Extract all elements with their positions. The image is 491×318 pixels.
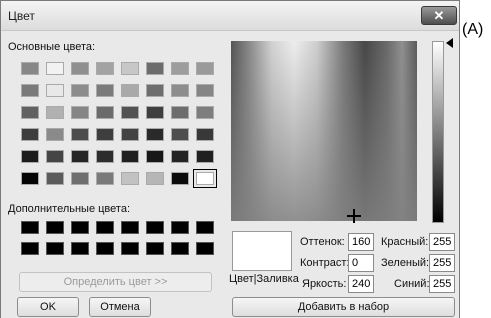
sat-label: Контраст: [300,257,350,269]
basic-color-swatch[interactable] [96,84,114,97]
luminosity-slider[interactable] [432,41,444,223]
basic-color-swatch[interactable] [146,150,164,163]
custom-colors-label: Дополнительные цвета: [8,203,130,215]
basic-color-swatch[interactable] [121,150,139,163]
basic-color-swatch[interactable] [46,128,64,141]
custom-color-swatch[interactable] [146,242,164,255]
ok-button[interactable]: OK [17,297,79,317]
custom-color-swatch[interactable] [21,221,39,234]
basic-color-swatch[interactable] [46,62,64,75]
annotation-label: (A) [462,21,484,38]
basic-color-swatch[interactable] [71,172,89,185]
basic-color-swatch[interactable] [171,84,189,97]
custom-color-swatch[interactable] [46,221,64,234]
basic-color-swatch[interactable] [146,62,164,75]
crosshair-icon[interactable] [347,209,361,223]
lum-field[interactable]: 240 [348,275,374,293]
basic-color-swatch[interactable] [71,128,89,141]
custom-color-swatch[interactable] [146,221,164,234]
add-to-custom-button[interactable]: Добавить в набор [232,297,455,317]
basic-color-swatch[interactable] [21,84,39,97]
basic-color-swatch[interactable] [196,106,214,119]
custom-color-swatch[interactable] [196,221,214,234]
basic-color-swatch[interactable] [96,150,114,163]
basic-color-swatch[interactable] [21,106,39,119]
custom-color-swatch[interactable] [171,242,189,255]
basic-color-swatch[interactable] [46,172,64,185]
custom-color-swatch[interactable] [71,221,89,234]
basic-color-swatch[interactable] [96,62,114,75]
lum-label: Яркость: [302,278,347,290]
title-bar[interactable]: Цвет ✕ [1,1,459,31]
preview-label: Цвет|Заливка [229,273,299,285]
sat-field[interactable]: 0 [348,254,374,272]
basic-color-swatch[interactable] [71,106,89,119]
green-field[interactable]: 255 [429,254,455,272]
basic-color-swatch[interactable] [21,172,39,185]
basic-color-swatch[interactable] [46,106,64,119]
basic-color-swatch[interactable] [171,128,189,141]
basic-color-swatch[interactable] [21,128,39,141]
basic-color-swatch[interactable] [193,169,217,188]
basic-color-swatch[interactable] [71,62,89,75]
basic-color-swatch[interactable] [146,128,164,141]
close-button[interactable]: ✕ [421,6,457,25]
red-label: Красный: [381,236,429,248]
custom-color-swatch[interactable] [46,242,64,255]
color-spectrum[interactable] [231,41,417,221]
basic-color-swatch[interactable] [121,128,139,141]
red-field[interactable]: 255 [429,233,455,251]
basic-color-swatch[interactable] [21,62,39,75]
basic-color-swatch[interactable] [196,150,214,163]
basic-color-swatch[interactable] [171,106,189,119]
basic-color-swatch[interactable] [146,84,164,97]
basic-color-swatch[interactable] [196,84,214,97]
basic-color-swatch[interactable] [196,62,214,75]
dialog-title: Цвет [8,9,35,23]
blue-label: Синий: [394,278,430,290]
hue-field[interactable]: 160 [348,233,374,251]
basic-color-swatch[interactable] [46,84,64,97]
green-label: Зеленый: [381,257,430,269]
basic-color-swatch[interactable] [121,172,139,185]
cancel-button[interactable]: Отмена [89,297,151,317]
hue-label: Оттенок: [300,236,345,248]
custom-color-swatch[interactable] [171,221,189,234]
custom-color-swatch[interactable] [196,242,214,255]
basic-color-swatch[interactable] [146,172,164,185]
basic-color-swatch[interactable] [96,172,114,185]
basic-color-swatch[interactable] [96,128,114,141]
close-icon: ✕ [433,8,445,23]
basic-color-swatch[interactable] [121,106,139,119]
define-custom-colors-button[interactable]: Определить цвет >> [19,272,212,292]
basic-color-swatch[interactable] [121,62,139,75]
basic-color-swatch[interactable] [171,150,189,163]
color-preview [232,231,292,271]
custom-color-swatch[interactable] [121,242,139,255]
basic-color-swatch[interactable] [71,150,89,163]
basic-color-swatch[interactable] [71,84,89,97]
custom-color-swatch[interactable] [96,221,114,234]
slider-arrow-icon[interactable] [446,38,453,48]
color-dialog: Цвет ✕ Основные цвета: Дополнительные цв… [0,0,460,318]
custom-color-swatch[interactable] [121,221,139,234]
basic-color-swatch[interactable] [96,106,114,119]
basic-color-swatch[interactable] [46,150,64,163]
basic-color-swatch[interactable] [146,106,164,119]
blue-field[interactable]: 255 [429,275,455,293]
basic-colors-label: Основные цвета: [8,41,96,53]
custom-color-swatch[interactable] [71,242,89,255]
basic-color-swatch[interactable] [171,62,189,75]
basic-color-swatch[interactable] [171,172,189,185]
custom-color-swatch[interactable] [96,242,114,255]
basic-color-swatch[interactable] [196,128,214,141]
basic-color-swatch[interactable] [21,150,39,163]
custom-color-swatch[interactable] [21,242,39,255]
basic-color-swatch[interactable] [121,84,139,97]
